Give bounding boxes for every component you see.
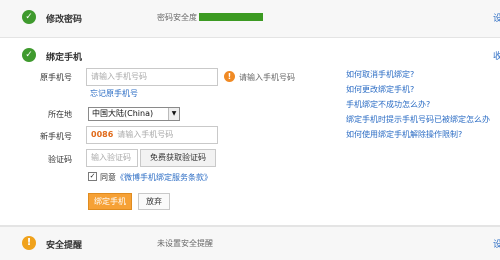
security-alert-title: 安全提醒 [46,241,83,251]
new-phone-placeholder: 请输入手机号码 [117,130,174,139]
country-code-prefix: 0086 [91,130,114,139]
help-link-change-phone[interactable]: 如何更改绑定手机? [346,84,414,95]
check-circle-icon: ✓ [22,10,36,24]
change-password-title: 修改密码 [46,15,83,25]
cancel-button[interactable]: 放弃 [138,193,170,210]
code-input[interactable]: 输入验证码 [86,149,138,167]
get-code-button[interactable]: 免费获取验证码 [140,149,216,167]
new-phone-label: 新手机号 [40,132,72,141]
warning-icon: ! [224,71,235,82]
region-select-value: 中国大陆(China) [92,109,154,118]
password-strength-label: 密码安全度 [157,13,197,22]
agree-checkbox[interactable]: ✓ [88,172,97,181]
help-link-binding-failed[interactable]: 手机绑定不成功怎么办? [346,99,430,110]
help-link-remove-restriction[interactable]: 如何使用绑定手机解除操作限制? [346,129,462,140]
bind-phone-button[interactable]: 绑定手机 [88,193,132,210]
region-select[interactable]: 中国大陆(China) ▼ [88,107,180,121]
change-password-settings-link[interactable]: 设 [493,11,500,24]
code-label: 验证码 [48,155,72,164]
help-link-cancel-binding[interactable]: 如何取消手机绑定? [346,69,414,80]
phone-hint: 请输入手机号码 [239,73,295,82]
bind-phone-title: 绑定手机 [46,53,83,63]
new-phone-input[interactable]: 0086 请输入手机号码 [86,126,218,144]
alert-icon: ! [22,236,36,250]
collapse-link[interactable]: 收 [493,49,500,62]
help-link-already-bound[interactable]: 绑定手机时提示手机号码已被绑定怎么办 [346,114,490,125]
password-strength-bar [199,13,263,21]
chevron-down-icon[interactable]: ▼ [168,108,179,120]
bind-phone-panel: ✓ 绑定手机 收 原手机号 请输入手机号码 ! 请输入手机号码 忘记原手机号 所… [0,38,500,226]
check-circle-icon: ✓ [22,48,36,62]
terms-link[interactable]: 《微博手机绑定服务条款》 [116,172,212,183]
security-alert-status: 未设置安全提醒 [157,239,213,248]
agree-text: 同意 [100,173,116,182]
phone-input[interactable]: 请输入手机号码 [86,68,218,86]
security-alert-settings-link[interactable]: 设 [493,237,500,250]
change-password-row: ✓ 修改密码 密码安全度 设 [0,0,500,38]
forgot-phone-link[interactable]: 忘记原手机号 [90,88,138,99]
region-label: 所在地 [48,110,72,119]
phone-label: 原手机号 [40,73,72,82]
security-alert-row: ! 安全提醒 未设置安全提醒 设 [0,226,500,260]
